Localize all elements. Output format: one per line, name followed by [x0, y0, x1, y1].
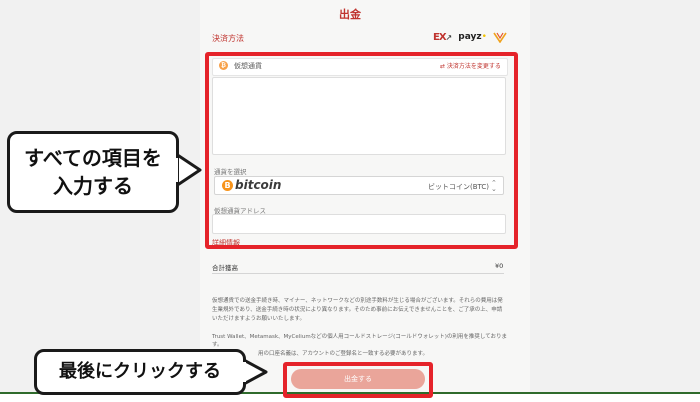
callout-click-last: 最後にクリックする [34, 349, 246, 395]
withdraw-submit-button[interactable]: 出金する [291, 369, 425, 389]
callout-pointer-join-1 [172, 158, 178, 182]
payment-method-label: 決済方法 [212, 34, 244, 43]
ex-logo: EX ↗ [433, 32, 452, 43]
v-logo-icon [493, 32, 507, 43]
notice-line-5: 用の口座名義は、アカウントのご登録名と一致する必要があります。 [258, 351, 428, 357]
notice-line-4: Trust Wallet、Metamask、MyCeliumなどの個人用コールド… [212, 334, 508, 348]
notice-line-2: 生業規外であり、送金手続き時の状況により異なります。そのため事前にお伝えできませ… [212, 307, 503, 313]
payz-logo-text: payz [458, 32, 482, 42]
ex-logo-arrow: ↗ [445, 32, 453, 42]
total-fee-label: 合計獲高 [212, 264, 238, 272]
callout-fill-all-line-1: すべての項目を [24, 146, 162, 170]
payment-logos: EX ↗ payz • [433, 30, 507, 44]
callout-fill-all-line-2: 入力する [53, 174, 133, 198]
ex-logo-text: EX [433, 31, 447, 43]
payz-logo-dot: • [481, 32, 487, 42]
callout-click-last-text: 最後にクリックする [59, 361, 221, 382]
page-title: 出金 [339, 8, 361, 21]
notice-line-3: いただけますようお願いいたします。 [212, 316, 305, 322]
total-fee-value: ¥0 [495, 262, 504, 270]
callout-pointer-join-2 [238, 362, 246, 382]
callout-fill-all: すべての項目を 入力する [7, 131, 179, 213]
notice-line-1: 仮想通貨での送金手続き時、マイナー、ネットワークなどの別途手数料が生じる場合がご… [212, 298, 503, 304]
input-highlight-box [205, 52, 518, 249]
payz-logo: payz • [458, 32, 487, 42]
right-gutter [530, 0, 700, 400]
total-fee-row [212, 259, 504, 274]
